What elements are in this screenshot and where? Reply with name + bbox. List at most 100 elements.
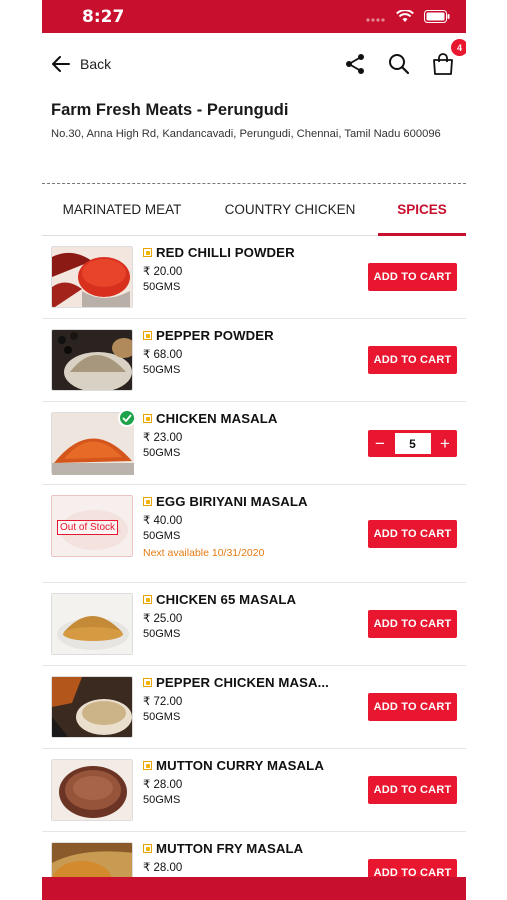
- tab-marinated-meat[interactable]: MARINATED MEAT: [42, 184, 202, 235]
- add-to-cart-button[interactable]: ADD TO CART: [368, 776, 457, 804]
- product-image: [51, 676, 133, 738]
- veg-mark-icon: [143, 497, 152, 506]
- product-name: MUTTON FRY MASALA: [156, 841, 304, 856]
- product-name-row: EGG BIRIYANI MASALA: [143, 494, 308, 509]
- product-row: MUTTON CURRY MASALA ₹ 28.00 50GMS ADD TO…: [42, 749, 466, 832]
- veg-mark-icon: [143, 844, 152, 853]
- tab-country-chicken[interactable]: COUNTRY CHICKEN: [202, 184, 378, 235]
- cart-button[interactable]: 4: [430, 39, 466, 77]
- product-price: ₹ 25.00: [143, 613, 183, 625]
- veg-mark-icon: [143, 248, 152, 257]
- product-name: PEPPER POWDER: [156, 328, 274, 343]
- app-screen: 8:27 Back 4 Farm Fresh Meats - Perungudi…: [42, 0, 466, 900]
- product-name: CHICKEN MASALA: [156, 411, 278, 426]
- decrease-quantity-button[interactable]: −: [368, 430, 392, 457]
- product-quantity: 50GMS: [143, 711, 181, 723]
- product-name: PEPPER CHICKEN MASA...: [156, 675, 329, 690]
- top-actions: 4: [342, 39, 466, 77]
- next-available-date: Next available 10/31/2020: [143, 547, 265, 559]
- product-quantity: 50GMS: [143, 447, 181, 459]
- red-chilli-powder-image: [52, 247, 132, 307]
- product-name: EGG BIRIYANI MASALA: [156, 494, 308, 509]
- pepper-chicken-masala-image: [52, 677, 132, 737]
- product-info: PEPPER POWDER ₹ 68.00 50GMS: [143, 328, 274, 376]
- product-image: [51, 593, 133, 655]
- wifi-icon: [396, 10, 414, 22]
- product-name-row: MUTTON CURRY MASALA: [143, 758, 324, 773]
- status-bar: 8:27: [42, 0, 466, 33]
- product-info: EGG BIRIYANI MASALA ₹ 40.00 50GMS Next a…: [143, 494, 308, 559]
- tab-spices[interactable]: SPICES: [378, 184, 466, 236]
- status-time: 8:27: [82, 6, 125, 27]
- product-name-row: PEPPER CHICKEN MASA...: [143, 675, 329, 690]
- product-name-row: CHICKEN MASALA: [143, 411, 278, 426]
- product-name: RED CHILLI POWDER: [156, 245, 295, 260]
- add-to-cart-button[interactable]: ADD TO CART: [368, 346, 457, 374]
- product-row: PEPPER CHICKEN MASA... ₹ 72.00 50GMS ADD…: [42, 666, 466, 749]
- chicken-65-masala-image: [52, 594, 132, 654]
- store-name: Farm Fresh Meats - Perungudi: [51, 101, 289, 119]
- product-info: CHICKEN 65 MASALA ₹ 25.00 50GMS: [143, 592, 296, 640]
- product-info: MUTTON CURRY MASALA ₹ 28.00 50GMS: [143, 758, 324, 806]
- veg-mark-icon: [143, 414, 152, 423]
- product-info: RED CHILLI POWDER ₹ 20.00 50GMS: [143, 245, 295, 293]
- product-quantity: 50GMS: [143, 794, 181, 806]
- back-arrow-icon: [52, 56, 70, 72]
- add-to-cart-button[interactable]: ADD TO CART: [368, 693, 457, 721]
- out-of-stock-label: Out of Stock: [57, 520, 119, 535]
- signal-icon: [366, 17, 385, 22]
- share-icon: [346, 54, 364, 74]
- category-tabs: MARINATED MEAT COUNTRY CHICKEN SPICES: [42, 184, 466, 236]
- product-row: RED CHILLI POWDER ₹ 20.00 50GMS ADD TO C…: [42, 236, 466, 319]
- product-image: Out of Stock: [51, 495, 133, 557]
- product-row: Out of Stock EGG BIRIYANI MASALA ₹ 40.00…: [42, 485, 466, 583]
- product-image: [51, 246, 133, 308]
- add-to-cart-button[interactable]: ADD TO CART: [368, 520, 457, 548]
- veg-mark-icon: [143, 331, 152, 340]
- search-button[interactable]: [386, 51, 412, 77]
- product-quantity: 50GMS: [143, 628, 181, 640]
- increase-quantity-button[interactable]: +: [433, 430, 457, 457]
- in-cart-check-icon: [118, 409, 136, 427]
- store-address: No.30, Anna High Rd, Kandancavadi, Perun…: [51, 128, 441, 140]
- product-price: ₹ 68.00: [143, 349, 183, 361]
- product-info: PEPPER CHICKEN MASA... ₹ 72.00 50GMS: [143, 675, 329, 723]
- product-price: ₹ 28.00: [143, 779, 183, 791]
- cart-count-badge: 4: [451, 39, 466, 56]
- product-row: PEPPER POWDER ₹ 68.00 50GMS ADD TO CART: [42, 319, 466, 402]
- product-quantity: 50GMS: [143, 364, 181, 376]
- product-info: MUTTON FRY MASALA ₹ 28.00: [143, 841, 303, 874]
- product-price: ₹ 23.00: [143, 432, 183, 444]
- search-icon: [389, 54, 410, 75]
- product-name: MUTTON CURRY MASALA: [156, 758, 324, 773]
- product-price: ₹ 28.00: [143, 862, 183, 874]
- product-info: CHICKEN MASALA ₹ 23.00 50GMS: [143, 411, 278, 459]
- bottom-bar: [42, 877, 466, 900]
- product-price: ₹ 20.00: [143, 266, 183, 278]
- status-icons: [366, 10, 450, 23]
- cart-bag-icon: [433, 53, 453, 75]
- add-to-cart-button[interactable]: ADD TO CART: [368, 610, 457, 638]
- veg-mark-icon: [143, 678, 152, 687]
- share-button[interactable]: [342, 51, 368, 77]
- product-quantity: 50GMS: [143, 530, 181, 542]
- product-name-row: RED CHILLI POWDER: [143, 245, 295, 260]
- product-row: CHICKEN 65 MASALA ₹ 25.00 50GMS ADD TO C…: [42, 583, 466, 666]
- product-price: ₹ 72.00: [143, 696, 183, 708]
- product-image: [51, 759, 133, 821]
- quantity-input[interactable]: [394, 433, 431, 454]
- product-quantity: 50GMS: [143, 281, 181, 293]
- product-name-row: PEPPER POWDER: [143, 328, 274, 343]
- veg-mark-icon: [143, 761, 152, 770]
- product-name-row: MUTTON FRY MASALA: [143, 841, 303, 856]
- back-button[interactable]: Back: [52, 56, 111, 72]
- store-info: Farm Fresh Meats - Perungudi No.30, Anna…: [42, 95, 466, 183]
- product-name-row: CHICKEN 65 MASALA: [143, 592, 296, 607]
- pepper-powder-image: [52, 330, 132, 390]
- product-image: [51, 409, 136, 475]
- add-to-cart-button[interactable]: ADD TO CART: [368, 263, 457, 291]
- mutton-curry-masala-image: [52, 760, 132, 820]
- top-nav-bar: Back 4: [42, 33, 466, 95]
- battery-icon: [424, 10, 450, 23]
- veg-mark-icon: [143, 595, 152, 604]
